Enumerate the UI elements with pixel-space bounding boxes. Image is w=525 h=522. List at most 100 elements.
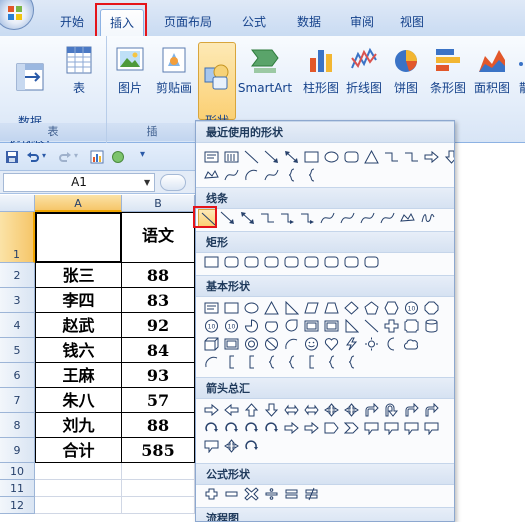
row-header-10[interactable]: 10 [0, 463, 35, 480]
tab-home[interactable]: 开始 [52, 9, 92, 36]
darrowblk-shape-icon[interactable] [262, 401, 281, 419]
office-button[interactable] [0, 0, 34, 30]
rrect-shape-icon[interactable] [262, 253, 281, 271]
bent-shape-icon[interactable] [362, 401, 381, 419]
active-cell[interactable] [35, 212, 122, 263]
line-shape-icon[interactable] [362, 317, 381, 335]
chart-icon[interactable] [90, 150, 104, 164]
circarrow-shape-icon[interactable] [202, 419, 221, 437]
oval-shape-icon[interactable] [322, 148, 341, 166]
chord-shape-icon[interactable] [262, 317, 281, 335]
elbow-shape-icon[interactable] [402, 148, 421, 166]
darrow-shape-icon[interactable] [282, 148, 301, 166]
arc-shape-icon[interactable] [202, 353, 221, 371]
empty-cell[interactable] [35, 497, 122, 514]
callout-shape-icon[interactable] [362, 419, 381, 437]
table-button[interactable]: 表 [60, 44, 98, 97]
circarrow-shape-icon[interactable] [262, 419, 281, 437]
para-shape-icon[interactable] [302, 299, 321, 317]
brace-shape-icon[interactable] [342, 353, 361, 371]
lr-shape-icon[interactable] [302, 401, 321, 419]
tab-page-layout[interactable]: 页面布局 [157, 9, 219, 36]
brace-shape-icon[interactable] [282, 353, 301, 371]
table-cell[interactable]: 585 [122, 438, 195, 463]
table-cell[interactable]: 84 [122, 338, 195, 363]
circarrow-shape-icon[interactable] [242, 437, 261, 455]
clip-art-button[interactable]: 剪贴画 [151, 44, 197, 97]
row-header-5[interactable]: 5 [0, 338, 35, 363]
brace-shape-icon[interactable] [302, 166, 321, 184]
row-header-7[interactable]: 7 [0, 388, 35, 413]
elbowarr-shape-icon[interactable] [298, 209, 317, 227]
arrow-shape-icon[interactable] [262, 148, 281, 166]
brace-shape-icon[interactable] [322, 353, 341, 371]
brace-shape-icon[interactable] [282, 166, 301, 184]
curve-shape-icon[interactable] [262, 166, 281, 184]
quad-shape-icon[interactable] [342, 401, 361, 419]
bolt-shape-icon[interactable] [342, 335, 361, 353]
table-cell[interactable]: 赵武 [35, 313, 122, 338]
table-cell[interactable]: 钱六 [35, 338, 122, 363]
rarrow-shape-icon[interactable] [282, 419, 301, 437]
bent-shape-icon[interactable] [422, 401, 441, 419]
textbox-shape-icon[interactable] [202, 299, 221, 317]
uarrow-shape-icon[interactable] [242, 401, 261, 419]
table-cell[interactable]: 张三 [35, 263, 122, 288]
curve-shape-icon[interactable] [338, 209, 357, 227]
row-header-4[interactable]: 4 [0, 313, 35, 338]
larrow-shape-icon[interactable] [222, 401, 241, 419]
frame-shape-icon[interactable] [222, 335, 241, 353]
cyl-shape-icon[interactable] [422, 317, 441, 335]
numcircle-shape-icon[interactable]: 10 [222, 317, 241, 335]
darrow-shape-icon[interactable] [238, 209, 257, 227]
table-cell[interactable]: 83 [122, 288, 195, 313]
rarrow-shape-icon[interactable] [422, 148, 441, 166]
darrowblk-shape-icon[interactable] [442, 148, 454, 166]
pie-chart-button[interactable]: 饼图 [389, 44, 423, 97]
rtri-shape-icon[interactable] [282, 299, 301, 317]
undo-icon[interactable] [26, 150, 40, 164]
rrect-shape-icon[interactable] [222, 253, 241, 271]
uturn-shape-icon[interactable] [382, 401, 401, 419]
table-cell[interactable]: 朱八 [35, 388, 122, 413]
moon-shape-icon[interactable] [382, 335, 401, 353]
formula-toggle-button[interactable] [160, 174, 186, 191]
smiley-shape-icon[interactable] [302, 335, 321, 353]
elbow-shape-icon[interactable] [382, 148, 401, 166]
empty-cell[interactable] [122, 497, 195, 514]
diamond-shape-icon[interactable] [342, 299, 361, 317]
curve-shape-icon[interactable] [378, 209, 397, 227]
hexagon-shape-icon[interactable] [382, 299, 401, 317]
arrow-shape-icon[interactable] [218, 209, 237, 227]
sun-shape-icon[interactable] [362, 335, 381, 353]
trap-shape-icon[interactable] [322, 299, 341, 317]
homeplate-shape-icon[interactable] [322, 419, 341, 437]
row-header-12[interactable]: 12 [0, 497, 35, 514]
octagon-shape-icon[interactable] [422, 299, 441, 317]
scatter-chart-button[interactable]: 散 [515, 44, 525, 97]
arc-shape-icon[interactable] [242, 166, 261, 184]
quad-shape-icon[interactable] [322, 401, 341, 419]
pie-shape-icon[interactable] [242, 317, 261, 335]
row-header-6[interactable]: 6 [0, 363, 35, 388]
numcircle-shape-icon[interactable]: 10 [402, 299, 421, 317]
mult-shape-icon[interactable] [242, 485, 261, 503]
table-cell[interactable]: 88 [122, 263, 195, 288]
column-header-a[interactable]: A [35, 195, 122, 212]
heart-shape-icon[interactable] [322, 335, 341, 353]
select-all-corner[interactable] [0, 195, 35, 212]
brace-shape-icon[interactable] [262, 353, 281, 371]
redo-icon[interactable] [58, 150, 72, 164]
rect-shape-icon[interactable] [302, 148, 321, 166]
quad-shape-icon[interactable] [222, 437, 241, 455]
redo-dropdown-icon[interactable]: ▾ [74, 151, 78, 160]
tri-shape-icon[interactable] [362, 148, 381, 166]
frame-shape-icon[interactable] [302, 317, 321, 335]
elbow-shape-icon[interactable] [258, 209, 277, 227]
tab-view[interactable]: 视图 [390, 9, 434, 36]
name-box[interactable]: A1 [3, 173, 155, 192]
table-cell[interactable]: 88 [122, 413, 195, 438]
tab-formulas[interactable]: 公式 [232, 9, 276, 36]
table-cell[interactable]: 92 [122, 313, 195, 338]
minus-shape-icon[interactable] [222, 485, 241, 503]
